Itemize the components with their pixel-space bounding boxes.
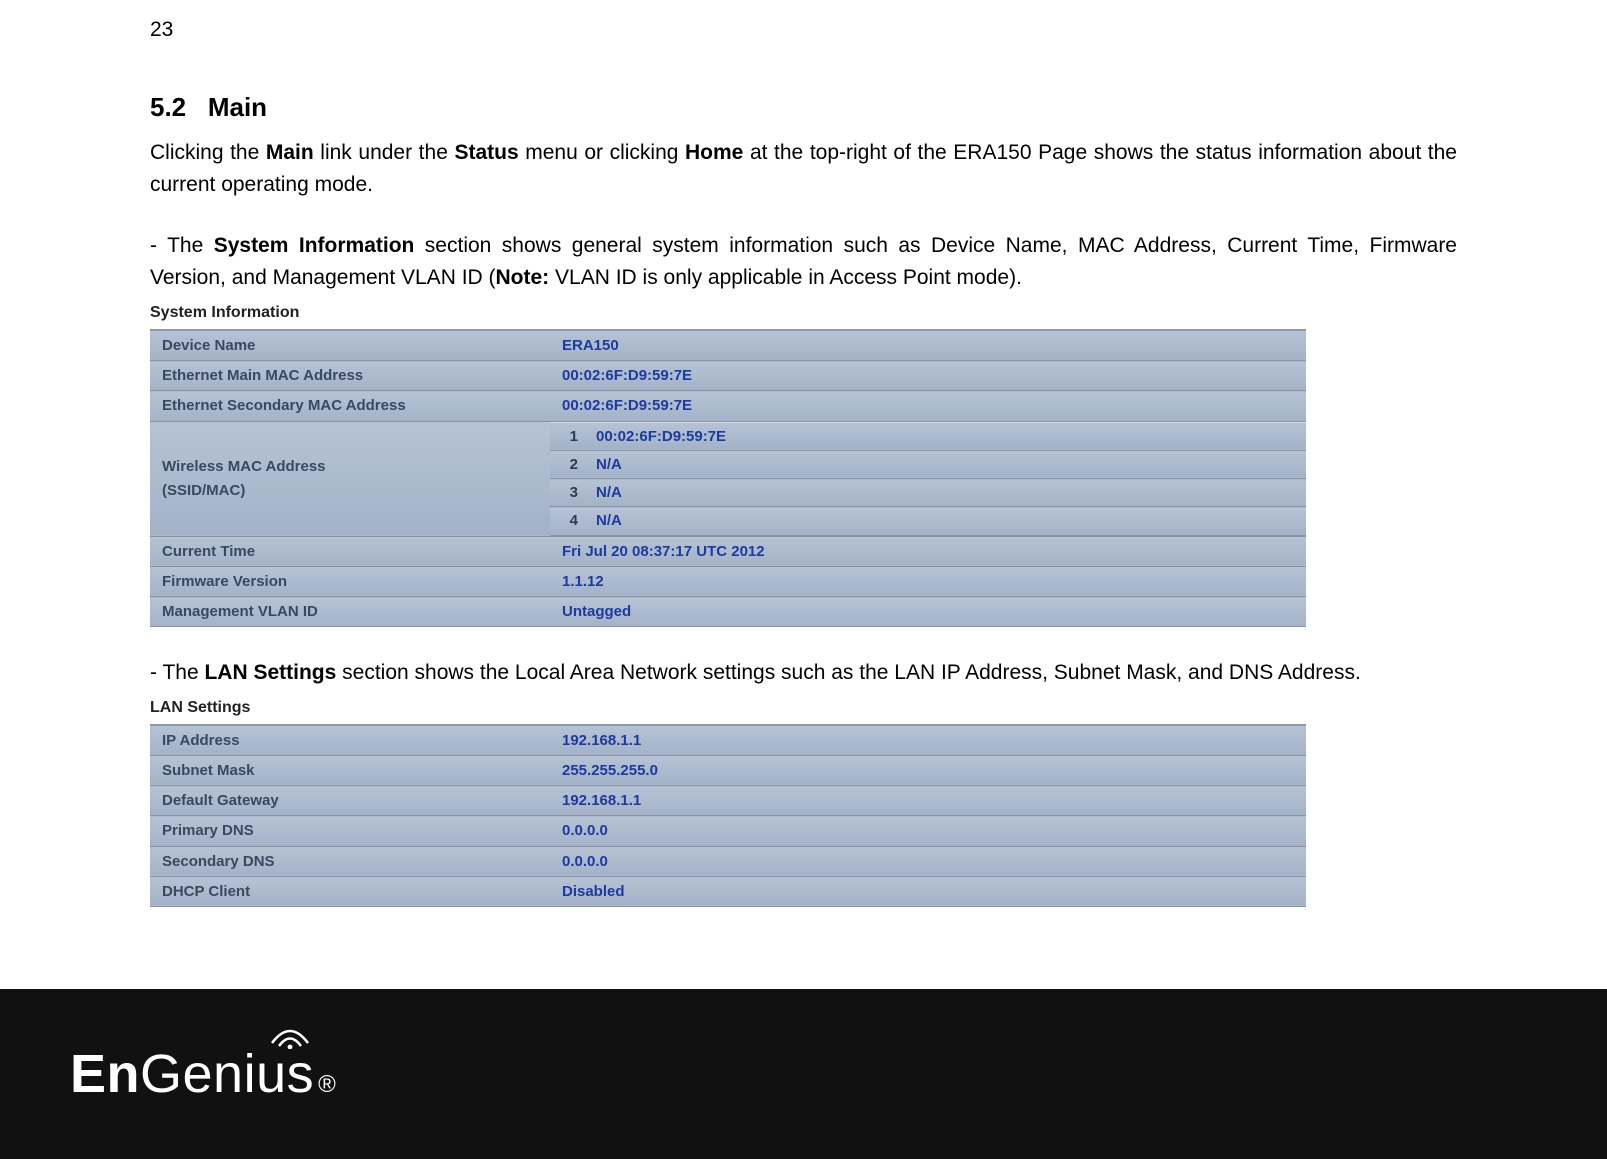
emphasis-status: Status — [454, 141, 518, 164]
row-label: IP Address — [150, 725, 550, 756]
registered-mark: ® — [318, 1071, 336, 1099]
text-fragment: VLAN ID is only applicable in Access Poi… — [549, 266, 1022, 289]
table-row: Wireless MAC Address (SSID/MAC) 1 00:02:… — [150, 421, 1306, 536]
row-value: Untagged — [550, 597, 1306, 627]
table-row: IP Address 192.168.1.1 — [150, 725, 1306, 756]
section-number: 5.2 — [150, 92, 186, 122]
text-fragment: link under the — [314, 141, 455, 164]
ssid-mac: N/A — [590, 507, 1306, 535]
text-fragment: Clicking the — [150, 141, 266, 164]
brand-text: EnGenius — [70, 1043, 314, 1105]
table-row: Default Gateway 192.168.1.1 — [150, 786, 1306, 816]
row-value: 1 00:02:6F:D9:59:7E 2 N/A 3 N/A 4 — [550, 421, 1306, 536]
ssid-index: 3 — [550, 479, 590, 507]
row-value: 0.0.0.0 — [550, 816, 1306, 846]
brand-logo: EnGenius ® — [70, 1043, 336, 1105]
system-info-caption: System Information — [150, 301, 1457, 326]
wireless-mac-list: 1 00:02:6F:D9:59:7E 2 N/A 3 N/A 4 — [550, 422, 1306, 536]
lan-settings-table: IP Address 192.168.1.1 Subnet Mask 255.2… — [150, 724, 1306, 908]
ssid-mac: N/A — [590, 479, 1306, 507]
emphasis-lan-settings: LAN Settings — [204, 661, 336, 684]
row-label: Secondary DNS — [150, 846, 550, 876]
emphasis-note: Note: — [496, 266, 550, 289]
table-row: Ethernet Main MAC Address 00:02:6F:D9:59… — [150, 361, 1306, 391]
row-value: 00:02:6F:D9:59:7E — [550, 391, 1306, 421]
document-content: 23 5.2 Main Clicking the Main link under… — [0, 0, 1607, 907]
row-label: Subnet Mask — [150, 755, 550, 785]
list-item: 3 N/A — [550, 479, 1306, 507]
row-label: Ethernet Main MAC Address — [150, 361, 550, 391]
row-value: Disabled — [550, 876, 1306, 906]
lan-settings-caption: LAN Settings — [150, 696, 1457, 721]
text-fragment: section shows the Local Area Network set… — [336, 661, 1360, 684]
intro-paragraph: Clicking the Main link under the Status … — [150, 137, 1457, 202]
row-label: Management VLAN ID — [150, 597, 550, 627]
system-info-paragraph: - The System Information section shows g… — [150, 230, 1457, 295]
row-label: Device Name — [150, 330, 550, 361]
table-row: Primary DNS 0.0.0.0 — [150, 816, 1306, 846]
text-fragment: - The — [150, 661, 204, 684]
row-value: Fri Jul 20 08:37:17 UTC 2012 — [550, 536, 1306, 566]
emphasis-home: Home — [685, 141, 743, 164]
table-row: Management VLAN ID Untagged — [150, 597, 1306, 627]
lan-settings-paragraph: - The LAN Settings section shows the Loc… — [150, 657, 1457, 690]
row-label: DHCP Client — [150, 876, 550, 906]
row-label: Firmware Version — [150, 566, 550, 596]
ssid-index: 1 — [550, 422, 590, 450]
row-label: Default Gateway — [150, 786, 550, 816]
page-number: 23 — [150, 14, 1457, 47]
ssid-index: 2 — [550, 450, 590, 478]
list-item: 1 00:02:6F:D9:59:7E — [550, 422, 1306, 450]
row-label: Ethernet Secondary MAC Address — [150, 391, 550, 421]
section-title-text: Main — [208, 92, 267, 122]
list-item: 4 N/A — [550, 507, 1306, 535]
row-value: 00:02:6F:D9:59:7E — [550, 361, 1306, 391]
row-label: Primary DNS — [150, 816, 550, 846]
row-value: 1.1.12 — [550, 566, 1306, 596]
text-fragment: - The — [150, 234, 214, 257]
list-item: 2 N/A — [550, 450, 1306, 478]
emphasis-system-information: System Information — [214, 234, 415, 257]
table-row: Device Name ERA150 — [150, 330, 1306, 361]
row-value: 255.255.255.0 — [550, 755, 1306, 785]
section-heading: 5.2 Main — [150, 87, 1457, 127]
ssid-mac: N/A — [590, 450, 1306, 478]
row-label: Current Time — [150, 536, 550, 566]
text-fragment: Wireless MAC Address — [162, 458, 326, 475]
row-label: Wireless MAC Address (SSID/MAC) — [150, 421, 550, 536]
page-footer: EnGenius ® — [0, 989, 1607, 1159]
row-value: 0.0.0.0 — [550, 846, 1306, 876]
table-row: Firmware Version 1.1.12 — [150, 566, 1306, 596]
table-row: Ethernet Secondary MAC Address 00:02:6F:… — [150, 391, 1306, 421]
row-value: ERA150 — [550, 330, 1306, 361]
table-row: Current Time Fri Jul 20 08:37:17 UTC 201… — [150, 536, 1306, 566]
text-fragment: (SSID/MAC) — [162, 482, 245, 499]
system-info-table: Device Name ERA150 Ethernet Main MAC Add… — [150, 329, 1306, 628]
ssid-mac: 00:02:6F:D9:59:7E — [590, 422, 1306, 450]
row-value: 192.168.1.1 — [550, 725, 1306, 756]
document-page: 23 5.2 Main Clicking the Main link under… — [0, 0, 1607, 1159]
table-row: DHCP Client Disabled — [150, 876, 1306, 906]
table-row: Subnet Mask 255.255.255.0 — [150, 755, 1306, 785]
ssid-index: 4 — [550, 507, 590, 535]
emphasis-main: Main — [266, 141, 314, 164]
row-value: 192.168.1.1 — [550, 786, 1306, 816]
text-fragment: menu or clicking — [519, 141, 685, 164]
table-row: Secondary DNS 0.0.0.0 — [150, 846, 1306, 876]
